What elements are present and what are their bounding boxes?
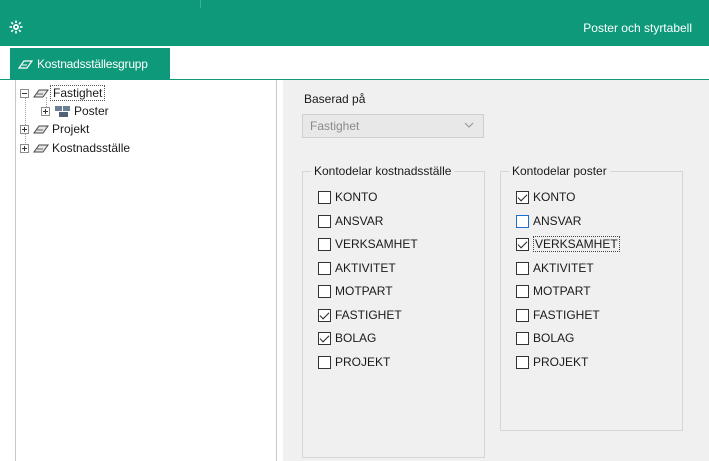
gear-logo-icon <box>9 20 23 34</box>
checkbox-label: FASTIGHET <box>533 308 600 322</box>
checkbox-projekt[interactable]: PROJEKT <box>516 353 588 371</box>
tab-label: Kostnadsställesgrupp <box>37 57 148 71</box>
checkbox-box[interactable] <box>318 261 331 275</box>
tree-node-label: Kostnadsställe <box>52 141 131 155</box>
details-panel: Baserad på Fastighet Kontodelar kostnads… <box>283 80 709 461</box>
checkbox-box[interactable] <box>516 331 529 345</box>
checkbox-label: BOLAG <box>335 331 377 345</box>
checkbox-ansvar[interactable]: ANSVAR <box>516 212 581 230</box>
tab-strip: Kostnadsställesgrupp <box>0 46 709 80</box>
expand-icon[interactable] <box>41 106 50 116</box>
checkbox-label: MOTPART <box>335 284 393 298</box>
checkbox-konto[interactable]: KONTO <box>318 188 377 206</box>
checkbox-box[interactable] <box>318 214 331 228</box>
checkbox-projekt[interactable]: PROJEKT <box>318 353 390 371</box>
collapse-icon[interactable] <box>20 88 29 98</box>
checkbox-label: KONTO <box>335 190 378 204</box>
tree-node-label: Fastighet <box>50 85 106 101</box>
checkbox-bolag[interactable]: BOLAG <box>318 329 376 347</box>
checkbox-label: MOTPART <box>533 284 591 298</box>
checkbox-box[interactable] <box>516 261 529 275</box>
checkbox-box[interactable] <box>318 284 331 298</box>
checkbox-label: ANSVAR <box>335 214 384 228</box>
checkbox-fastighet[interactable]: FASTIGHET <box>516 306 600 324</box>
checkbox-box[interactable] <box>318 237 331 251</box>
group-title: Kontodelar poster <box>509 164 610 178</box>
checkbox-box[interactable] <box>318 355 331 369</box>
checkbox-box[interactable] <box>318 190 331 204</box>
tree-node-kostnadsstalle[interactable]: Kostnadsställe <box>20 139 132 157</box>
chevron-down-icon <box>464 122 474 128</box>
group-kontodelar-poster: Kontodelar poster KONTO ANSVAR VERKSAMHE… <box>500 164 683 431</box>
title-bar: Poster och styrtabell <box>0 0 709 46</box>
posts-icon <box>55 105 70 117</box>
checkbox-label: VERKSAMHET <box>533 236 620 252</box>
title-bar-separator <box>200 0 201 8</box>
eraser-icon <box>33 144 49 153</box>
checkbox-box[interactable] <box>516 284 529 298</box>
checkbox-box[interactable] <box>516 355 529 369</box>
group-kontodelar-kostnadsstalle: Kontodelar kostnadsställe KONTO ANSVAR V… <box>302 164 485 458</box>
expand-icon[interactable] <box>20 143 29 153</box>
checkbox-box[interactable] <box>318 308 331 322</box>
checkbox-box[interactable] <box>516 308 529 322</box>
checkbox-label: PROJEKT <box>533 355 589 369</box>
based-on-value: Fastighet <box>310 119 360 133</box>
checkbox-ansvar[interactable]: ANSVAR <box>318 212 383 230</box>
tree-view[interactable]: Fastighet Poster Projekt Kostnadsställe <box>15 80 277 461</box>
checkbox-label: BOLAG <box>533 331 575 345</box>
checkbox-konto[interactable]: KONTO <box>516 188 575 206</box>
checkbox-verksamhet[interactable]: VERKSAMHET <box>318 235 418 253</box>
checkbox-label: VERKSAMHET <box>335 237 418 251</box>
group-title: Kontodelar kostnadsställe <box>311 164 455 178</box>
checkbox-bolag[interactable]: BOLAG <box>516 329 574 347</box>
checkbox-label: AKTIVITET <box>533 261 594 275</box>
checkbox-box[interactable] <box>516 190 529 204</box>
checkbox-aktivitet[interactable]: AKTIVITET <box>318 259 396 277</box>
checkbox-motpart[interactable]: MOTPART <box>516 282 591 300</box>
checkbox-box[interactable] <box>516 214 529 228</box>
window-title: Poster och styrtabell <box>583 21 692 35</box>
checkbox-box[interactable] <box>516 237 529 251</box>
checkbox-motpart[interactable]: MOTPART <box>318 282 393 300</box>
checkbox-box[interactable] <box>318 331 331 345</box>
checkbox-label: KONTO <box>533 190 576 204</box>
eraser-icon <box>33 89 49 98</box>
checkbox-fastighet[interactable]: FASTIGHET <box>318 306 402 324</box>
eraser-icon <box>33 125 49 134</box>
based-on-label: Baserad på <box>304 92 366 106</box>
expand-icon[interactable] <box>20 124 29 134</box>
checkbox-label: PROJEKT <box>335 355 391 369</box>
checkbox-aktivitet[interactable]: AKTIVITET <box>516 259 594 277</box>
checkbox-verksamhet[interactable]: VERKSAMHET <box>516 235 620 253</box>
tree-node-fastighet[interactable]: Fastighet <box>20 84 106 102</box>
checkbox-label: AKTIVITET <box>335 261 396 275</box>
tree-node-label: Poster <box>74 104 109 118</box>
checkbox-label: FASTIGHET <box>335 308 402 322</box>
tree-node-projekt[interactable]: Projekt <box>20 120 91 138</box>
eraser-icon <box>18 60 34 69</box>
checkbox-label: ANSVAR <box>533 214 582 228</box>
tree-node-poster[interactable]: Poster <box>41 102 111 120</box>
tree-node-label: Projekt <box>52 122 90 136</box>
based-on-select[interactable]: Fastighet <box>302 114 484 138</box>
tab-kostnadsstallesgrupp[interactable]: Kostnadsställesgrupp <box>10 48 170 80</box>
